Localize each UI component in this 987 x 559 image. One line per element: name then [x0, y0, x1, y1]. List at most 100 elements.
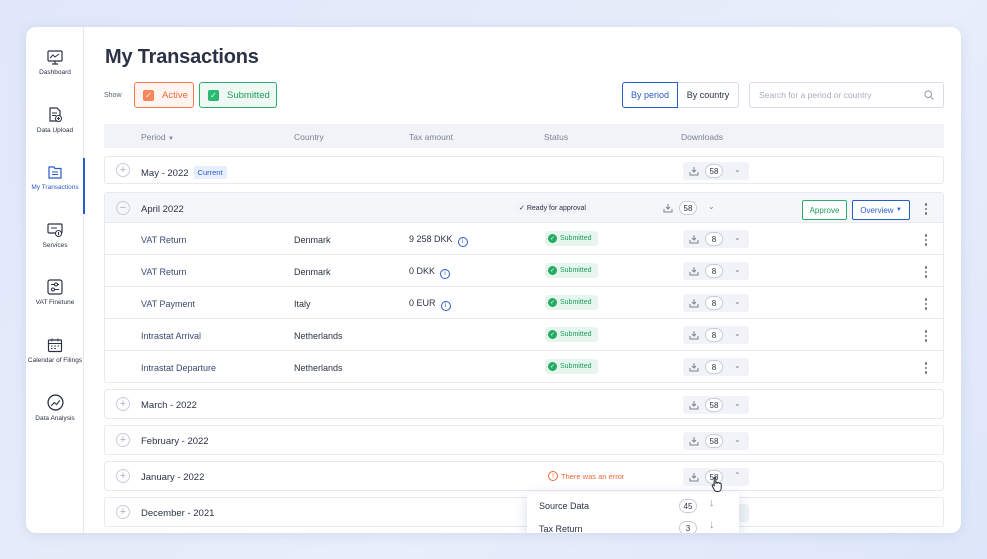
sidebar-item-vat-finetune[interactable]: VAT Finetune: [26, 279, 84, 307]
expand-icon[interactable]: +: [116, 433, 130, 447]
by-country-button[interactable]: By country: [678, 82, 739, 108]
status-error: ! There was an error: [548, 471, 624, 481]
dropdown-item-source-data[interactable]: Source Data: [539, 501, 589, 511]
download-icon: [689, 401, 699, 410]
filter-active-toggle[interactable]: ✓ Active: [134, 82, 194, 108]
count-badge: 45: [679, 499, 697, 513]
chevron-down-icon[interactable]: ⌄: [734, 361, 741, 370]
search-icon: [924, 90, 934, 100]
column-status: Status: [544, 132, 569, 142]
more-options-icon[interactable]: [924, 203, 928, 217]
check-icon: ✓: [548, 362, 557, 371]
check-icon: ✓: [519, 205, 525, 212]
filter-submitted-toggle[interactable]: ✓ Submitted: [199, 82, 277, 108]
download-icon: [689, 331, 699, 340]
status-ready: ✓ Ready for approval: [515, 202, 590, 214]
downloads-control[interactable]: 58⌄: [683, 396, 749, 414]
downloads-control[interactable]: 58⌄: [657, 199, 723, 217]
sidebar-item-services[interactable]: Services: [26, 222, 84, 250]
more-options-icon[interactable]: [924, 234, 928, 248]
chevron-down-icon[interactable]: ⌄: [734, 165, 741, 174]
check-icon: ✓: [548, 298, 557, 307]
downloads-control[interactable]: 8 ⌄: [683, 326, 749, 344]
period-label: March - 2022: [141, 400, 197, 411]
collapse-icon[interactable]: −: [116, 201, 130, 215]
by-period-button[interactable]: By period: [622, 82, 678, 108]
period-label: February - 2022: [141, 436, 209, 447]
sidebar-item-data-analysis[interactable]: Data Analysis: [26, 394, 84, 423]
table-row[interactable]: + February - 2022 58 ⌄: [104, 425, 944, 455]
services-icon: [47, 223, 63, 237]
more-options-icon[interactable]: [924, 330, 928, 344]
downloads-dropdown: Source Data 45 ↓ Tax Return 3 ↓: [527, 492, 739, 533]
chevron-down-icon[interactable]: ⌄: [734, 297, 741, 306]
status-badge: ✓ Submitted: [545, 263, 598, 278]
expand-icon[interactable]: +: [116, 163, 130, 177]
column-tax-amount: Tax amount: [409, 132, 453, 142]
downloads-control[interactable]: 58⌄: [683, 162, 749, 180]
table-row[interactable]: + January - 2022 ! There was an error 58 ⌃: [104, 461, 944, 491]
table-row[interactable]: − April 2022 ✓ Ready for approval 58 ⌄ Ap…: [105, 193, 943, 223]
downloads-control[interactable]: 8 ⌄: [683, 358, 749, 376]
column-period[interactable]: Period ▼: [141, 132, 174, 142]
check-icon: ✓: [548, 330, 557, 339]
overview-button[interactable]: Overview ▼: [852, 200, 910, 220]
dropdown-item-tax-return[interactable]: Tax Return: [539, 524, 583, 533]
sidebar-item-data-upload[interactable]: Data Upload: [26, 107, 84, 135]
sort-icon: ▼: [167, 136, 174, 142]
table-row[interactable]: Intrastat Arrival Netherlands ✓ Submitted…: [105, 318, 943, 350]
status-badge: ✓ Submitted: [545, 359, 598, 374]
chevron-down-icon[interactable]: ⌄: [734, 399, 741, 408]
download-arrow-icon[interactable]: ↓: [709, 519, 715, 531]
expand-icon[interactable]: +: [116, 469, 130, 483]
table-row[interactable]: + May - 2022 Current 58 ⌄: [104, 156, 944, 184]
chevron-down-icon[interactable]: ⌄: [734, 233, 741, 242]
current-badge: Current: [193, 166, 227, 179]
chevron-down-icon[interactable]: ⌄: [708, 202, 715, 211]
show-label: Show: [104, 92, 122, 99]
sidebar-item-calendar[interactable]: Calendar of Filings: [26, 337, 84, 365]
download-icon: [689, 267, 699, 276]
period-label: April 2022: [141, 204, 184, 215]
calendar-icon: [47, 338, 63, 353]
hand-cursor-icon: [711, 476, 722, 492]
expand-icon[interactable]: +: [116, 505, 130, 519]
approve-button[interactable]: Approve: [802, 200, 847, 220]
status-badge: ✓ Submitted: [545, 231, 598, 246]
table-row[interactable]: + March - 2022 58 ⌄: [104, 389, 944, 419]
downloads-control[interactable]: 8 ⌄: [683, 230, 749, 248]
info-icon[interactable]: i: [440, 268, 451, 279]
period-label: May - 2022 Current: [141, 166, 227, 179]
period-label: December - 2021: [141, 508, 215, 519]
search-input[interactable]: Search for a period or country: [749, 82, 944, 108]
info-icon[interactable]: i: [440, 300, 451, 311]
table-row[interactable]: VAT Payment Italy 0 EUR i ✓ Submitted 8 ⌄: [105, 286, 943, 318]
downloads-control[interactable]: 8 ⌄: [683, 262, 749, 280]
page-title: My Transactions: [105, 46, 259, 68]
checkbox-icon: ✓: [143, 89, 154, 101]
table-row[interactable]: VAT Return Denmark 0 DKK i ✓ Submitted 8 ⌄: [105, 254, 943, 286]
download-icon: [663, 204, 673, 213]
more-options-icon[interactable]: [924, 298, 928, 312]
more-options-icon[interactable]: [924, 362, 928, 376]
info-icon[interactable]: i: [457, 236, 468, 247]
table-row[interactable]: + December - 2021 58⌄: [104, 497, 944, 527]
check-icon: ✓: [548, 266, 557, 275]
expand-icon[interactable]: +: [116, 397, 130, 411]
caret-down-icon: ▼: [895, 207, 902, 213]
count-badge: 3: [679, 521, 697, 533]
download-arrow-icon[interactable]: ↓: [709, 497, 715, 509]
app-window: Dashboard Data Upload My Transactions Se…: [26, 27, 961, 533]
more-options-icon[interactable]: [924, 266, 928, 280]
downloads-control[interactable]: 58⌄: [683, 432, 749, 450]
sidebar-item-my-transactions[interactable]: My Transactions: [26, 158, 85, 214]
chevron-down-icon[interactable]: ⌄: [734, 329, 741, 338]
chevron-down-icon[interactable]: ⌄: [734, 435, 741, 444]
table-row[interactable]: Intrastat Departure Netherlands ✓ Submitt…: [105, 350, 943, 382]
chevron-down-icon[interactable]: ⌄: [734, 265, 741, 274]
downloads-control[interactable]: 8 ⌄: [683, 294, 749, 312]
download-icon: [689, 363, 699, 372]
sidebar-item-dashboard[interactable]: Dashboard: [26, 50, 84, 77]
chevron-up-icon[interactable]: ⌃: [734, 471, 741, 480]
table-row[interactable]: VAT Return Denmark 9 258 DKK i ✓ Submitted…: [105, 222, 943, 254]
